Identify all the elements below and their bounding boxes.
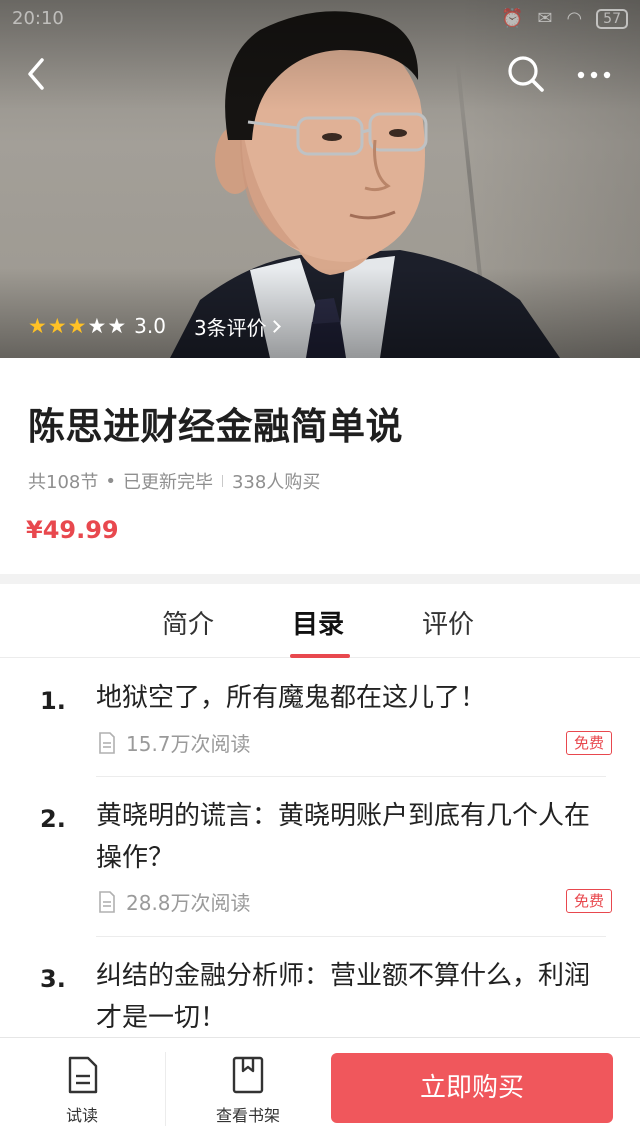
bookmark-icon — [232, 1056, 264, 1094]
course-meta: 共108节 • 已更新完毕 338人购买 — [28, 468, 320, 494]
star-icon: ★ — [87, 314, 107, 338]
rating-stars: ★ ★ ★ ★ ★ — [28, 315, 126, 337]
chapter-item-1[interactable]: 1. 地狱空了，所有魔鬼都在这儿了！ 15.7万次阅读 免费 — [0, 659, 640, 777]
rating-row: ★ ★ ★ ★ ★ 3.0 3条评价 — [28, 312, 281, 341]
document-icon — [68, 1056, 98, 1094]
tab-bar: 简介 目录 评价 — [0, 584, 640, 658]
chapter-number: 3. — [40, 965, 66, 993]
course-title: 陈思进财经金融简单说 — [28, 405, 403, 448]
read-count: 28.8万次阅读 — [126, 891, 251, 915]
reviews-count: 3条评价 — [193, 315, 267, 340]
section-count: 共108节 — [28, 472, 99, 493]
chapter-item-3[interactable]: 3. 纠结的金融分析师：营业额不算什么，利润才是一切！ — [0, 937, 640, 1037]
view-shelf-label: 查看书架 — [215, 1106, 280, 1125]
free-badge: 免费 — [566, 889, 612, 913]
status-bar: 20:10 ⏰ ✉ ◠ 57 — [0, 0, 640, 40]
tab-reviews[interactable]: 评价 — [422, 604, 474, 641]
rating-score: 3.0 — [134, 314, 166, 338]
notification-icon: ✉ — [537, 8, 553, 29]
star-icon: ★ — [67, 314, 87, 338]
read-count: 15.7万次阅读 — [126, 732, 251, 756]
star-icon: ★ — [28, 314, 47, 338]
course-info: 陈思进财经金融简单说 共108节 • 已更新完毕 338人购买 ¥49.99 — [0, 358, 640, 574]
active-tab-indicator — [290, 654, 350, 658]
status-time: 20:10 — [12, 8, 64, 29]
battery-icon: 57 — [596, 8, 628, 29]
chapter-item-2[interactable]: 2. 黄晓明的谎言：黄晓明账户到底有几个人在操作？ 28.8万次阅读 免费 — [0, 777, 640, 937]
alarm-icon: ⏰ — [500, 8, 524, 29]
meta-divider — [221, 475, 223, 487]
course-price: ¥49.99 — [26, 516, 119, 544]
chapter-number: 1. — [40, 687, 66, 715]
trial-read-label: 试读 — [65, 1106, 98, 1125]
chapter-title: 黄晓明的谎言：黄晓明账户到底有几个人在操作？ — [96, 801, 591, 873]
more-icon[interactable] — [574, 60, 614, 90]
view-shelf-button[interactable]: 查看书架 — [166, 1038, 330, 1138]
reviews-link[interactable]: 3条评价 — [193, 312, 281, 341]
chapter-list: 1. 地狱空了，所有魔鬼都在这儿了！ 15.7万次阅读 免费 2. 黄晓明的谎言… — [0, 659, 640, 1037]
document-icon — [99, 731, 115, 754]
star-icon: ★ — [107, 314, 127, 338]
buy-now-button[interactable]: 立即购买 — [331, 1053, 613, 1123]
section-gap — [0, 574, 640, 584]
chapter-reads: 28.8万次阅读 — [98, 887, 251, 916]
chevron-right-icon — [267, 319, 281, 333]
chapter-number: 2. — [40, 805, 66, 833]
back-arrow-icon[interactable] — [20, 56, 56, 92]
meta-dot: • — [105, 470, 116, 492]
buyer-count: 338人购买 — [231, 472, 321, 493]
bottom-action-bar: 试读 查看书架 立即购买 — [0, 1037, 640, 1138]
star-icon: ★ — [47, 314, 67, 338]
trial-read-button[interactable]: 试读 — [0, 1038, 164, 1138]
tab-intro[interactable]: 简介 — [162, 604, 214, 641]
chapter-title: 地狱空了，所有魔鬼都在这儿了！ — [96, 683, 487, 713]
course-cover: 20:10 ⏰ ✉ ◠ 57 ★ ★ ★ ★ ★ 3.0 3条评价 — [0, 0, 640, 358]
wifi-icon: ◠ — [566, 8, 583, 29]
search-icon[interactable] — [506, 54, 546, 94]
update-status: 已更新完毕 — [122, 472, 213, 493]
status-icons: ⏰ ✉ ◠ 57 — [501, 8, 628, 29]
tab-contents[interactable]: 目录 — [292, 604, 344, 641]
document-icon — [99, 890, 115, 913]
free-badge: 免费 — [566, 731, 612, 755]
chapter-title: 纠结的金融分析师：营业额不算什么，利润才是一切！ — [96, 961, 591, 1033]
chapter-reads: 15.7万次阅读 — [98, 728, 251, 757]
